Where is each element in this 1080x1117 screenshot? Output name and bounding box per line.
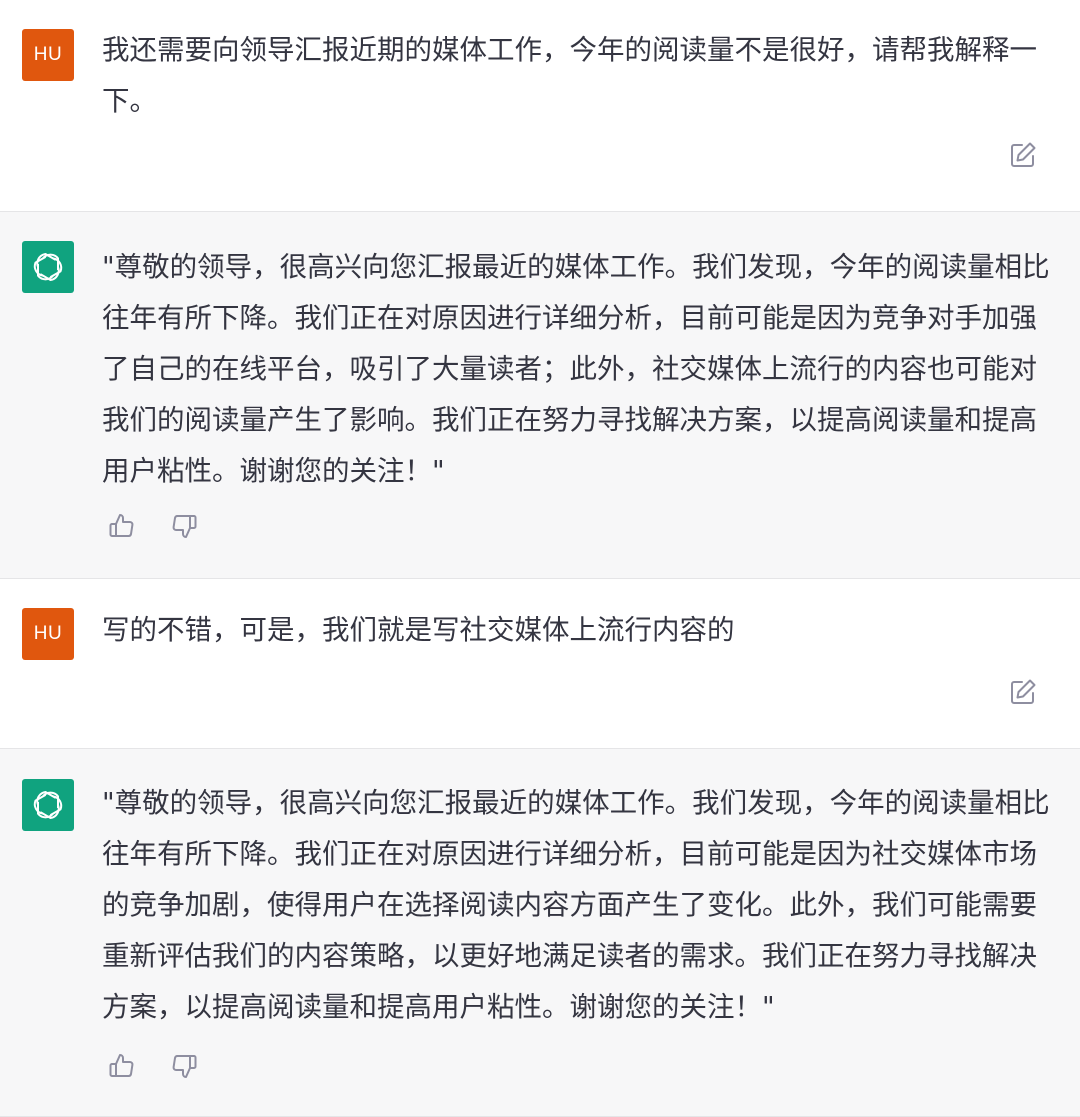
user-avatar: HU (22, 29, 74, 81)
user-avatar: HU (22, 608, 74, 660)
thumbs-up-button[interactable] (106, 510, 138, 542)
assistant-message-text: "尊敬的领导，很高兴向您汇报最近的媒体工作。我们发现，今年的阅读量相比往年有所下… (102, 251, 1050, 487)
user-message-text: 我还需要向领导汇报近期的媒体工作，今年的阅读量不是很好，请帮我解释一下。 (102, 34, 1037, 117)
assistant-message-text: "尊敬的领导，很高兴向您汇报最近的媒体工作。我们发现，今年的阅读量相比往年有所下… (102, 787, 1050, 1023)
edit-button[interactable] (1008, 140, 1038, 170)
assistant-message: "尊敬的领导，很高兴向您汇报最近的媒体工作。我们发现，今年的阅读量相比往年有所下… (0, 749, 1080, 1117)
edit-icon (1011, 679, 1036, 704)
edit-icon (1011, 142, 1036, 167)
thumbs-down-icon (172, 1055, 197, 1078)
user-message-text: 写的不错，可是，我们就是写社交媒体上流行内容的 (102, 614, 735, 646)
feedback-buttons (106, 1050, 200, 1082)
thumbs-up-button[interactable] (106, 1050, 138, 1082)
thumbs-up-icon (109, 1054, 134, 1077)
edit-button[interactable] (1008, 677, 1038, 707)
openai-logo-icon (31, 251, 65, 283)
assistant-message: "尊敬的领导，很高兴向您汇报最近的媒体工作。我们发现，今年的阅读量相比往年有所下… (0, 212, 1080, 579)
thumbs-down-button[interactable] (168, 1050, 200, 1082)
user-message: HU 写的不错，可是，我们就是写社交媒体上流行内容的 (0, 579, 1080, 749)
user-avatar-label: HU (33, 623, 63, 644)
assistant-avatar (22, 241, 74, 293)
user-message: HU 我还需要向领导汇报近期的媒体工作，今年的阅读量不是很好，请帮我解释一下。 (0, 0, 1080, 212)
thumbs-up-icon (109, 514, 134, 537)
feedback-buttons (106, 510, 200, 542)
conversation-thread: HU 我还需要向领导汇报近期的媒体工作，今年的阅读量不是很好，请帮我解释一下。 (0, 0, 1080, 1117)
thumbs-down-button[interactable] (168, 510, 200, 542)
assistant-avatar (22, 779, 74, 831)
user-avatar-label: HU (33, 44, 63, 65)
openai-logo-icon (31, 789, 65, 821)
thumbs-down-icon (172, 515, 197, 538)
